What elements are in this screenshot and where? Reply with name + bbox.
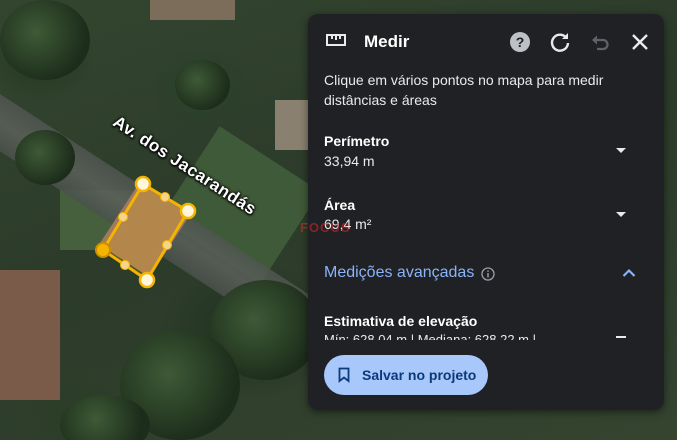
measure-panel: Medir ? Clique em vários pontos no mapa … — [308, 14, 664, 410]
perimeter-unit-dropdown[interactable] — [616, 148, 626, 153]
elevation-dropdown[interactable] — [616, 336, 626, 338]
watermark: FOCUS — [300, 220, 351, 235]
vertex-handle — [138, 271, 156, 289]
chevron-up-icon[interactable] — [622, 268, 636, 278]
midpoint-handle — [162, 240, 172, 250]
elevation-label: Estimativa de elevação — [324, 313, 478, 329]
midpoint-handle — [160, 192, 170, 202]
instructions-text: Clique em vários pontos no mapa para med… — [324, 72, 604, 108]
area-unit-dropdown[interactable] — [616, 212, 626, 217]
panel-header: Medir ? — [308, 14, 664, 70]
elevation-values: Mín: 628,04 m | Mediana: 628,22 m | — [324, 332, 536, 340]
info-icon[interactable] — [481, 267, 495, 281]
area-label: Área — [324, 197, 356, 213]
perimeter-value: 33,94 m — [324, 153, 375, 169]
help-icon[interactable]: ? — [508, 30, 532, 54]
refresh-icon[interactable] — [548, 30, 572, 54]
save-button-label: Salvar no projeto — [362, 367, 477, 383]
measured-area-polygon — [100, 181, 191, 283]
vertex-handle — [134, 175, 152, 193]
advanced-measurements-toggle[interactable]: Medições avançadas — [324, 264, 474, 282]
vertex-handle-start — [95, 242, 111, 258]
midpoint-handle — [118, 212, 128, 222]
svg-text:?: ? — [516, 34, 525, 50]
vertex-handle — [179, 202, 197, 220]
close-icon[interactable] — [628, 30, 652, 54]
midpoint-handle — [120, 260, 130, 270]
perimeter-label: Perímetro — [324, 133, 390, 149]
save-to-project-button[interactable]: Salvar no projeto — [324, 355, 488, 395]
panel-title: Medir — [364, 32, 410, 51]
bookmark-icon — [338, 367, 350, 383]
undo-icon[interactable] — [588, 30, 612, 54]
ruler-icon — [326, 34, 346, 46]
